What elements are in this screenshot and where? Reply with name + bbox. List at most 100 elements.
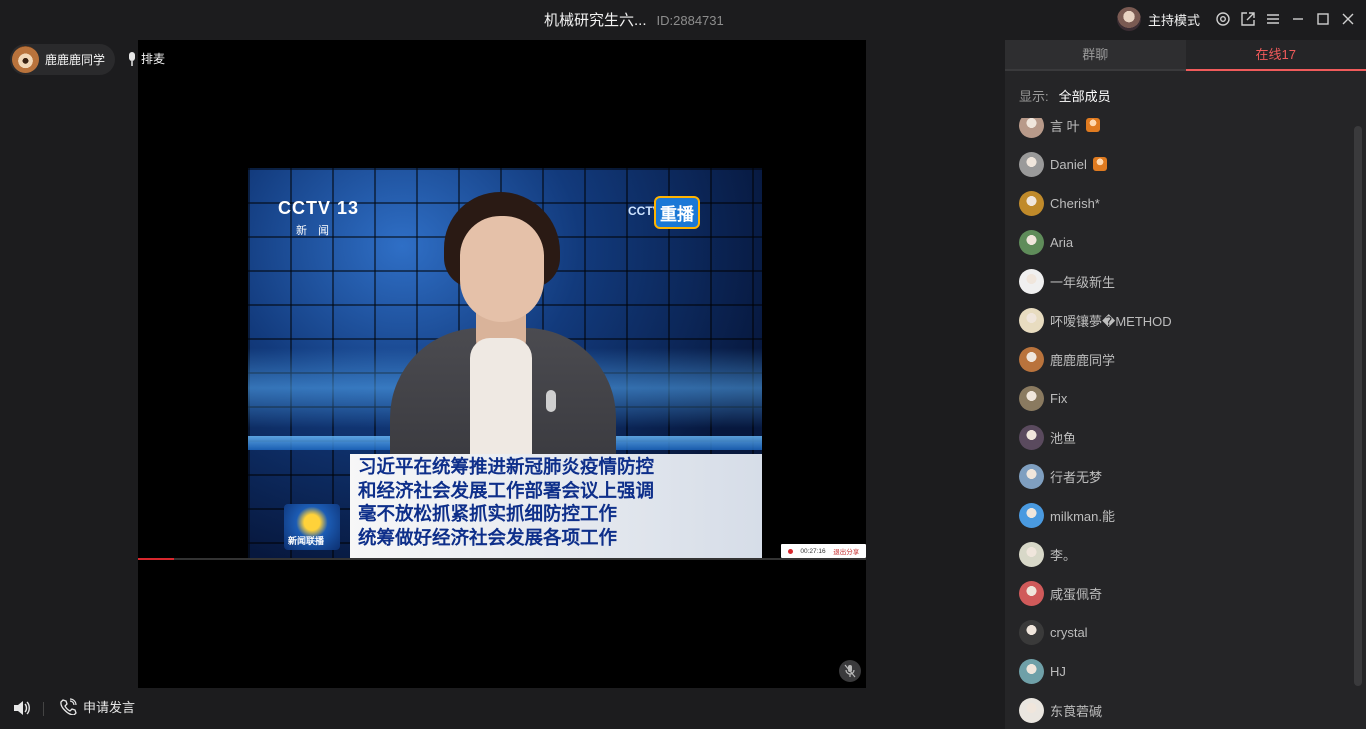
replay-badge: 重播	[654, 196, 700, 229]
progress-fill	[138, 558, 175, 560]
caption-line: 毫不放松抓紧抓实抓细防控工作	[358, 504, 618, 525]
member-filter[interactable]: 显示: 全部成员	[1019, 86, 1111, 105]
panel-tabs: 群聊 在线17	[1005, 40, 1366, 71]
avatar	[1019, 385, 1044, 411]
member-item[interactable]: Daniel	[1019, 151, 1107, 177]
minimize-icon[interactable]	[1285, 7, 1310, 32]
member-name: 行者无梦	[1050, 469, 1103, 485]
progress-track[interactable]	[138, 558, 866, 560]
member-item[interactable]: milkman.能	[1019, 502, 1115, 528]
member-list: 言 叶 Daniel Cherish* Aria 一年级新生吥嗳镶夢�METHOD 鹿鹿鹿…	[1005, 118, 1353, 729]
host-mode-button[interactable]: 主持模式	[1148, 10, 1200, 29]
member-item[interactable]: HJ	[1019, 658, 1066, 684]
tab-group-chat[interactable]: 群聊	[1005, 40, 1186, 71]
member-name: 吥嗳镶夢�METHOD	[1050, 313, 1172, 329]
phone-icon	[60, 698, 77, 715]
avatar	[1019, 190, 1044, 216]
popout-icon[interactable]	[1235, 7, 1260, 32]
exit-share-button[interactable]: 退出分享	[833, 546, 859, 556]
title-actions: 主持模式	[1116, 6, 1366, 32]
anchor-face	[460, 216, 544, 322]
avatar	[1019, 268, 1044, 294]
member-item[interactable]: 行者无梦	[1019, 463, 1102, 489]
avatar	[1019, 580, 1044, 606]
caption-line: 习近平在统筹推进新冠肺炎疫情防控	[358, 457, 655, 478]
member-item[interactable]: 咸蛋佩奇	[1019, 580, 1102, 606]
member-item[interactable]: 李。	[1019, 541, 1076, 567]
apply-label: 申请发言	[83, 700, 136, 715]
mic-muted-icon[interactable]	[839, 660, 861, 682]
member-name: 东莨菪碱	[1050, 703, 1103, 719]
video-area[interactable]: CCTV 13 新 闻 CCTV 重播 新闻联播 习近平在统筹推进新冠肺炎疫情防…	[138, 40, 866, 688]
bottom-controls: 申请发言	[0, 692, 1000, 726]
member-name: Aria	[1050, 234, 1074, 250]
member-name: crystal	[1050, 624, 1088, 640]
avatar	[1019, 307, 1044, 333]
member-item[interactable]: crystal	[1019, 619, 1088, 645]
share-status: 00:27:16 退出分享	[781, 544, 866, 558]
member-name: 鹿鹿鹿同学	[1050, 352, 1116, 368]
shared-screen: CCTV 13 新 闻 CCTV 重播 新闻联播 习近平在统筹推进新冠肺炎疫情防…	[248, 168, 762, 560]
member-item[interactable]: 吥嗳镶夢�METHOD	[1019, 307, 1172, 333]
news-caption: 习近平在统筹推进新冠肺炎疫情防控 和经济社会发展工作部署会议上强调 毫不放松抓紧…	[350, 454, 762, 560]
member-item[interactable]: 鹿鹿鹿同学	[1019, 346, 1115, 372]
filter-label: 显示:	[1019, 89, 1049, 104]
member-name: 言 叶	[1050, 118, 1080, 134]
member-name: 李。	[1050, 547, 1077, 563]
member-item[interactable]: 一年级新生	[1019, 268, 1115, 294]
room-id: ID:2884731	[656, 13, 724, 28]
share-time: 00:27:16	[800, 547, 826, 555]
speaker-name: 鹿鹿鹿同学	[45, 53, 106, 67]
avatar	[1019, 502, 1044, 528]
volume-icon[interactable]	[11, 698, 31, 723]
avatar	[1019, 619, 1044, 645]
member-name: 咸蛋佩奇	[1050, 586, 1103, 602]
title-bar: 机械研究生六... ID:2884731 主持模式	[0, 0, 1366, 38]
queue-button[interactable]: 排麦	[126, 50, 165, 67]
member-item[interactable]: Cherish*	[1019, 190, 1100, 216]
avatar	[1019, 118, 1044, 138]
anchor-collar	[470, 338, 532, 458]
recording-dot-icon	[787, 548, 793, 554]
member-panel: 群聊 在线17 显示: 全部成员 言 叶 Daniel Cherish* Aria 一年…	[1005, 40, 1366, 729]
member-item[interactable]: 言 叶	[1019, 118, 1100, 138]
menu-icon[interactable]	[1260, 7, 1285, 32]
close-icon[interactable]	[1335, 7, 1360, 32]
avatar	[1019, 151, 1044, 177]
member-name: Daniel	[1050, 156, 1087, 172]
settings-icon[interactable]	[1210, 7, 1235, 32]
host-badge-icon	[1085, 118, 1100, 132]
member-name: 一年级新生	[1050, 274, 1116, 290]
avatar	[1019, 229, 1044, 255]
member-item[interactable]: Fix	[1019, 385, 1067, 411]
caption-line: 统筹做好经济社会发展各项工作	[358, 527, 618, 549]
host-avatar[interactable]	[1116, 7, 1141, 31]
tab-online[interactable]: 在线17	[1185, 40, 1366, 71]
apply-speak-button[interactable]: 申请发言	[60, 697, 135, 716]
queue-label: 排麦	[141, 52, 166, 66]
member-item[interactable]: 池鱼	[1019, 424, 1076, 450]
member-item[interactable]: Aria	[1019, 229, 1073, 255]
avatar	[12, 46, 39, 73]
maximize-icon[interactable]	[1310, 7, 1335, 32]
program-name: 新闻联播	[288, 536, 325, 546]
avatar	[1019, 658, 1044, 684]
avatar	[1019, 463, 1044, 489]
avatar	[1019, 541, 1044, 567]
anchor-brooch	[546, 390, 556, 412]
member-name: Fix	[1050, 390, 1068, 406]
caption-line: 和经济社会发展工作部署会议上强调	[358, 480, 655, 502]
filter-value[interactable]: 全部成员	[1059, 86, 1111, 105]
divider	[43, 702, 44, 716]
room-title: 机械研究生六...	[544, 12, 647, 29]
mic-icon	[129, 51, 135, 66]
host-badge-icon	[1092, 157, 1107, 171]
avatar	[1019, 697, 1044, 723]
member-name: HJ	[1050, 663, 1066, 679]
member-name: milkman.能	[1050, 508, 1116, 524]
scrollbar[interactable]	[1354, 126, 1362, 686]
title-group: 机械研究生六... ID:2884731	[544, 9, 724, 30]
member-item[interactable]: 东莨菪碱	[1019, 697, 1102, 723]
avatar	[1019, 346, 1044, 372]
current-speaker[interactable]: 鹿鹿鹿同学	[10, 44, 116, 75]
